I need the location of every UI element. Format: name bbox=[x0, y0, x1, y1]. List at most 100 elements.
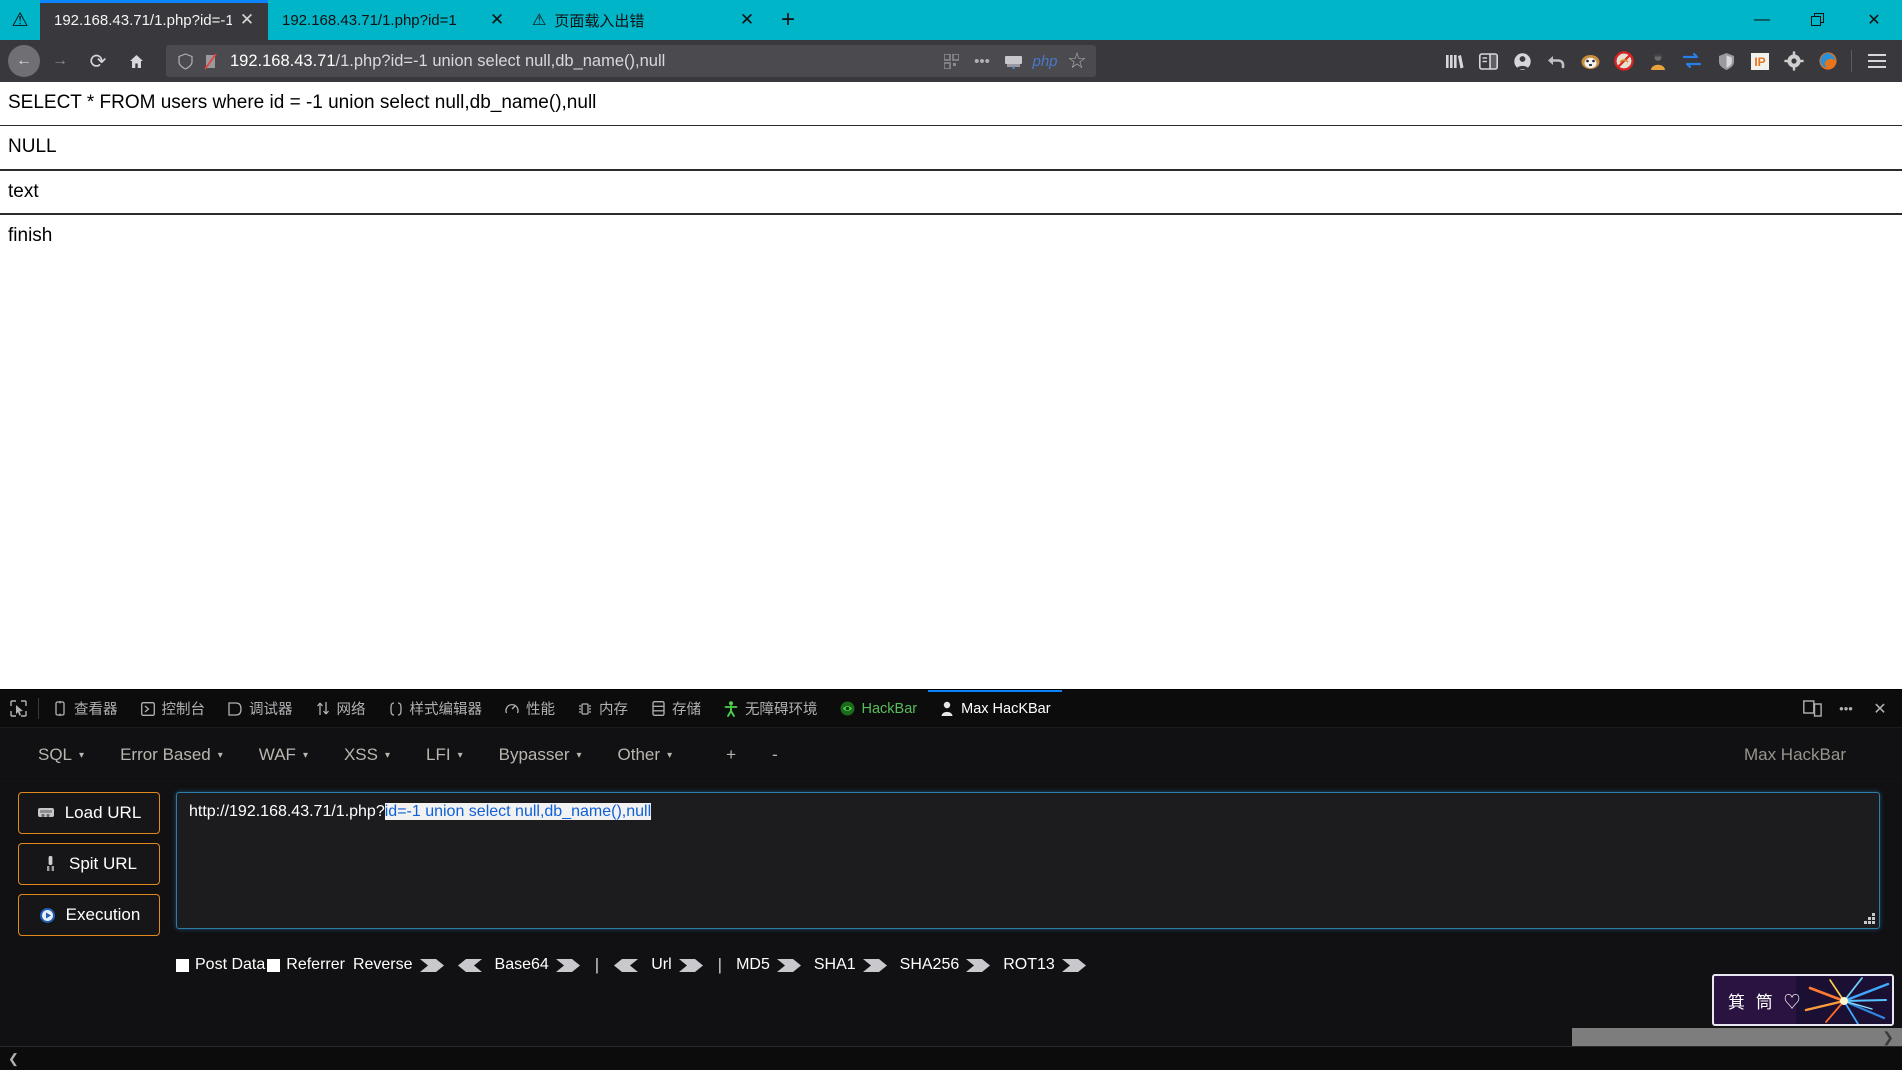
account-icon[interactable] bbox=[1507, 46, 1537, 76]
useragent-extension-icon[interactable] bbox=[1643, 46, 1673, 76]
arrow-right-icon[interactable] bbox=[1061, 958, 1087, 973]
permission-icon[interactable] bbox=[198, 48, 224, 74]
responsive-design-mode-icon[interactable] bbox=[1796, 691, 1828, 727]
spit-url-button[interactable]: Spit URL bbox=[18, 843, 160, 885]
sha256-encoder[interactable]: SHA256 bbox=[900, 956, 992, 974]
devtools-tab-hackbar[interactable]: HackBar bbox=[829, 690, 929, 727]
devtools-close-icon[interactable]: ✕ bbox=[1864, 691, 1896, 727]
url-textarea[interactable]: http://192.168.43.71/1.php?id=-1 union s… bbox=[176, 792, 1880, 929]
reverse-decoder[interactable] bbox=[457, 958, 483, 973]
devtools-tab-performance[interactable]: 性能 bbox=[493, 690, 566, 727]
browser-tab-3-close[interactable]: ✕ bbox=[732, 10, 762, 30]
new-tab-button[interactable]: + bbox=[768, 0, 808, 40]
md5-encoder[interactable]: MD5 bbox=[736, 956, 802, 974]
promo-badge[interactable]: 箕 筒 ♡ bbox=[1712, 974, 1894, 1026]
devtools-tab-debugger[interactable]: 调试器 bbox=[216, 690, 304, 727]
bookmark-star-icon[interactable]: ☆ bbox=[1064, 48, 1090, 74]
load-url-button[interactable]: Load URL bbox=[18, 792, 160, 834]
execution-button[interactable]: Execution bbox=[18, 894, 160, 936]
devtools-tab-hackbar-label: HackBar bbox=[861, 700, 918, 717]
url-encoder[interactable]: Url bbox=[651, 956, 703, 974]
sha1-encoder[interactable]: SHA1 bbox=[814, 956, 888, 974]
devtools-tab-memory[interactable]: 内存 bbox=[566, 690, 639, 727]
browser-tab-1[interactable]: 192.168.43.71/1.php?id=-1% ✕ bbox=[40, 0, 268, 40]
gear-extension-icon[interactable] bbox=[1779, 46, 1809, 76]
arrow-right-icon[interactable] bbox=[965, 958, 991, 973]
qr-code-icon[interactable] bbox=[938, 48, 964, 74]
arrow-right-icon[interactable] bbox=[678, 958, 704, 973]
page-line-query: SELECT * FROM users where id = -1 union … bbox=[8, 92, 597, 113]
devtools-tab-style-editor[interactable]: 样式编辑器 bbox=[377, 690, 494, 727]
chevron-right-icon: ❯ bbox=[1882, 1029, 1894, 1045]
status-scroll-strip[interactable]: ❯ bbox=[1572, 1028, 1902, 1046]
badger-extension-icon[interactable] bbox=[1575, 46, 1605, 76]
post-data-checkbox-box[interactable] bbox=[176, 958, 189, 972]
hackbar-menu-waf-label: WAF bbox=[258, 744, 296, 764]
devtools-tab-max-hackbar[interactable]: Max HacKBar bbox=[928, 690, 1063, 727]
hackbar-menu-other[interactable]: Other ▾ bbox=[618, 741, 695, 769]
devtools-more-icon[interactable]: ••• bbox=[1830, 691, 1862, 727]
shield-icon[interactable] bbox=[172, 48, 198, 74]
hackbar-menu-waf[interactable]: WAF ▾ bbox=[259, 741, 330, 769]
devtools-tab-inspector[interactable]: 查看器 bbox=[41, 690, 129, 727]
ip-extension-icon[interactable]: IP bbox=[1745, 46, 1775, 76]
arrow-right-icon[interactable] bbox=[419, 958, 445, 973]
arrow-right-icon[interactable] bbox=[862, 958, 888, 973]
reverse-encoder[interactable]: Reverse bbox=[353, 956, 445, 974]
devtools-tab-accessibility[interactable]: 无障碍环境 bbox=[712, 690, 829, 727]
php-extension-icon[interactable]: php bbox=[1028, 48, 1062, 74]
rot13-encoder[interactable]: ROT13 bbox=[1003, 956, 1087, 974]
hackbar-menu-xss[interactable]: XSS ▾ bbox=[344, 741, 412, 769]
base64-encoder[interactable]: Base64 bbox=[495, 956, 581, 974]
url-bar[interactable]: 192.168.43.71/1.php?id=-1 union select n… bbox=[166, 45, 1096, 77]
browser-tab-1-close[interactable]: ✕ bbox=[232, 10, 262, 30]
hackbar-remove-button[interactable]: - bbox=[754, 741, 796, 769]
hackbar-menu-bypasser[interactable]: Bypasser ▾ bbox=[499, 741, 604, 769]
browser-tab-2-close[interactable]: ✕ bbox=[482, 10, 512, 30]
proxy-switch-extension-icon[interactable] bbox=[1677, 46, 1707, 76]
arrow-right-icon[interactable] bbox=[555, 958, 581, 973]
home-button[interactable] bbox=[118, 45, 154, 77]
browser-tab-2[interactable]: 192.168.43.71/1.php?id=1 ✕ bbox=[268, 0, 518, 40]
post-data-checkbox[interactable]: Post Data bbox=[176, 956, 265, 974]
url-text[interactable]: 192.168.43.71/1.php?id=-1 union select n… bbox=[224, 52, 938, 71]
devtools-tab-console[interactable]: 控制台 bbox=[129, 690, 217, 727]
referrer-checkbox-box[interactable] bbox=[267, 958, 281, 972]
hackbar-menu-sql[interactable]: SQL ▾ bbox=[38, 741, 106, 769]
arrow-left-icon[interactable] bbox=[613, 958, 639, 973]
developer-tools: 查看器 控制台 调试器 网络 样式编辑器 性能 内存 存储 无障碍环境 Hack… bbox=[0, 689, 1902, 1070]
execution-icon bbox=[38, 905, 58, 925]
devtools-tab-network[interactable]: 网络 bbox=[304, 690, 377, 727]
hackbar-add-button[interactable]: + bbox=[708, 741, 754, 769]
url-host: 192.168.43.71 bbox=[230, 51, 336, 70]
noscript-extension-icon[interactable] bbox=[1609, 46, 1639, 76]
referrer-checkbox[interactable]: Referrer bbox=[267, 956, 345, 974]
devtools-tab-storage[interactable]: 存储 bbox=[639, 690, 712, 727]
page-actions-more-icon[interactable]: ••• bbox=[966, 48, 998, 74]
element-picker-icon[interactable] bbox=[0, 690, 36, 727]
page-line-text: text bbox=[8, 180, 39, 202]
reader-mode-icon[interactable] bbox=[1000, 48, 1026, 74]
hackbar-menu-lfi[interactable]: LFI ▾ bbox=[426, 741, 485, 769]
back-button[interactable]: ← bbox=[8, 45, 40, 77]
url-decoder[interactable] bbox=[613, 958, 639, 973]
window-minimize-button[interactable]: — bbox=[1734, 0, 1790, 40]
hackbar-action-buttons: Load URL Spit URL Execution bbox=[0, 792, 160, 1046]
shield-extension-icon[interactable] bbox=[1711, 46, 1741, 76]
chevron-down-icon: ▾ bbox=[457, 750, 463, 761]
hamburger-menu-icon[interactable] bbox=[1860, 46, 1894, 76]
library-icon[interactable] bbox=[1439, 46, 1469, 76]
debugger-icon bbox=[227, 701, 243, 717]
browser-tab-3[interactable]: ⚠ 页面载入出错 ✕ bbox=[518, 0, 768, 40]
reload-button[interactable]: ⟳ bbox=[80, 45, 116, 77]
arrow-right-icon[interactable] bbox=[776, 958, 802, 973]
firefox-icon[interactable] bbox=[1813, 46, 1843, 76]
undo-close-tab-icon[interactable] bbox=[1541, 46, 1571, 76]
textarea-resize-grip[interactable] bbox=[1863, 912, 1875, 924]
hackbar-menu-error-based[interactable]: Error Based ▾ bbox=[120, 741, 245, 769]
window-restore-button[interactable] bbox=[1790, 0, 1846, 40]
forward-button[interactable]: → bbox=[42, 45, 78, 77]
sidebar-icon[interactable] bbox=[1473, 46, 1503, 76]
arrow-left-icon[interactable] bbox=[457, 958, 483, 973]
window-close-button[interactable]: ✕ bbox=[1846, 0, 1902, 40]
